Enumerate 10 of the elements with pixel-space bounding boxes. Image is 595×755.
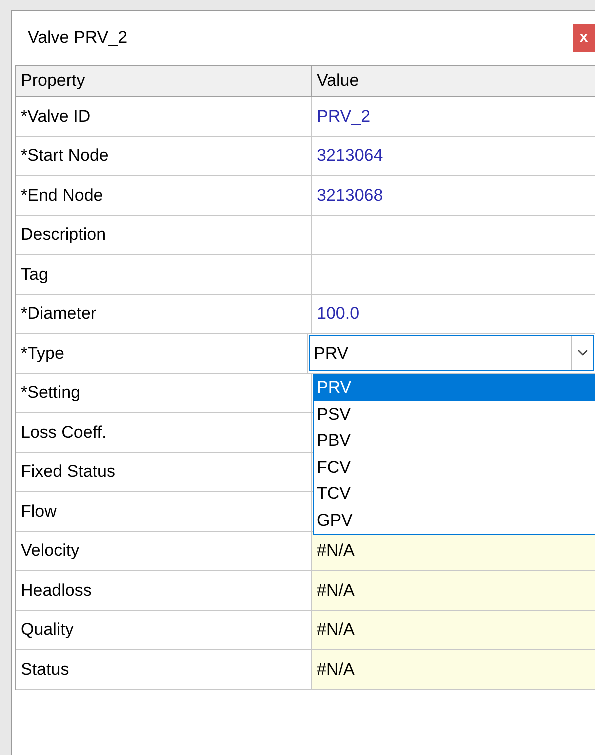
dropdown-option[interactable]: PRV	[314, 374, 595, 401]
type-dropdown[interactable]: PRV	[309, 335, 594, 372]
close-button[interactable]: x	[573, 24, 595, 52]
value-cell: #N/A	[312, 532, 595, 570]
value-cell: #N/A	[312, 610, 595, 649]
value-cell: #N/A	[312, 571, 595, 610]
value-cell: #N/A	[312, 650, 595, 688]
column-header: Property	[16, 66, 312, 96]
window-title: Valve PRV_2	[28, 27, 128, 50]
column-header: Value	[316, 70, 360, 92]
